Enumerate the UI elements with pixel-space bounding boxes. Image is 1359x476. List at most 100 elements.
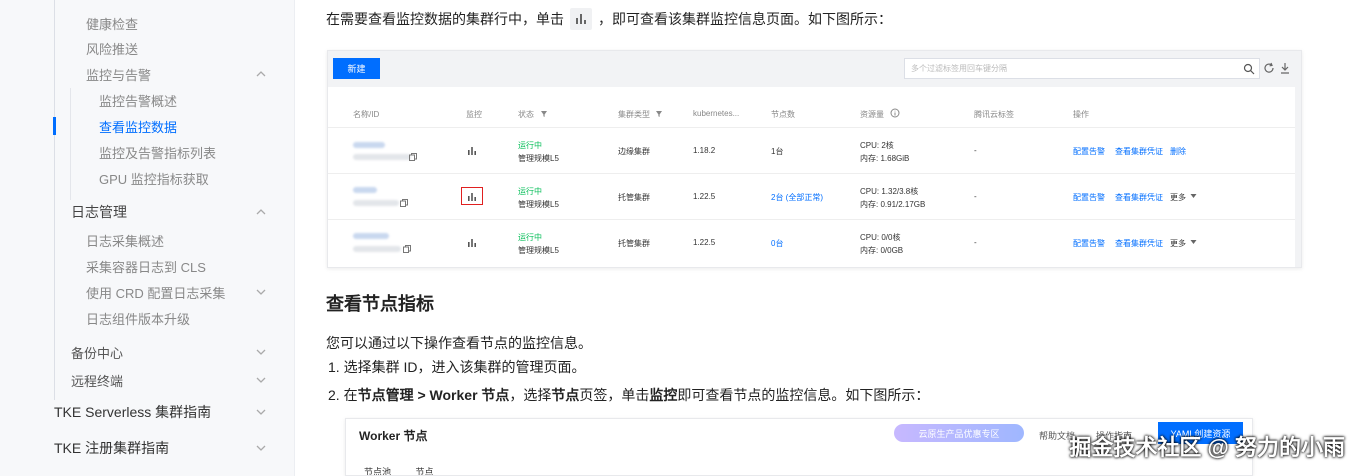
sidebar-item-label: 监控与告警 [86, 67, 152, 83]
sidebar-item-label: 采集容器日志到 CLS [86, 259, 206, 275]
configure-alarm-link[interactable]: 配置告警 [1073, 146, 1105, 157]
sidebar-item-log-management[interactable]: 日志管理 [0, 202, 294, 222]
chevron-down-icon [256, 409, 266, 415]
scale-text: 管理规模L5 [518, 154, 559, 163]
scale-text: 管理规模L5 [518, 246, 559, 255]
sidebar-item-log-upgrade[interactable]: 日志组件版本升级 [0, 309, 294, 327]
intro-text-after: ，即可查看该集群监控信息页面。如下图所示： [598, 11, 892, 27]
sidebar-item-health-check[interactable]: 健康检查 [0, 14, 294, 32]
sidebar-item-label: 日志管理 [71, 204, 127, 220]
table-row: 运行中 管理规模L5 托管集群 1.22.5 0台 CPU: 0/0核 内存: … [328, 220, 1295, 266]
mem-text: 内存: 0.91/2.17GB [860, 200, 926, 209]
status-text: 运行中 [518, 187, 542, 196]
copy-icon[interactable] [409, 153, 417, 161]
chevron-down-icon [256, 445, 266, 451]
node-count-link[interactable]: 2台 (全部正常) [771, 192, 823, 203]
step-text-c: ，选择 [509, 387, 552, 403]
intro-text-before: 在需要查看监控数据的集群行中，单击 [326, 11, 564, 27]
col-nodes: 节点数 [771, 110, 795, 119]
step-number: 2. [328, 387, 340, 403]
sidebar-item-backup-center[interactable]: 备份中心 [0, 342, 294, 362]
node-count: 1台 [771, 147, 784, 156]
section-paragraph: 您可以通过以下操作查看节点的监控信息。 [326, 335, 592, 351]
node-count-link[interactable]: 0台 [771, 238, 783, 249]
cluster-type: 托管集群 [618, 239, 650, 248]
tags-text: - [974, 192, 977, 201]
cluster-name-link[interactable] [353, 232, 389, 241]
info-icon[interactable] [890, 108, 900, 118]
delete-link[interactable]: 删除 [1170, 146, 1186, 157]
configure-alarm-link[interactable]: 配置告警 [1073, 238, 1105, 249]
step-text-g: 即可查看节点的监控信息。如下图所示： [677, 387, 930, 403]
caret-down-icon [1190, 240, 1197, 244]
sidebar-item-risk-push[interactable]: 风险推送 [0, 39, 294, 57]
status-text: 运行中 [518, 141, 542, 150]
chevron-down-icon [256, 377, 266, 383]
cpu-text: CPU: 2核 [860, 141, 894, 150]
chevron-up-icon [256, 209, 266, 215]
sidebar-item-view-monitoring-data[interactable]: 查看监控数据 [0, 117, 294, 135]
cluster-name-link[interactable] [353, 141, 385, 150]
col-ops: 操作 [1073, 110, 1089, 119]
sidebar-item-label: 日志采集概述 [86, 233, 165, 249]
caret-down-icon [1190, 194, 1197, 198]
monitor-icon[interactable] [467, 238, 477, 248]
cpu-text: CPU: 0/0核 [860, 233, 901, 242]
highlight-box [461, 187, 483, 205]
more-dropdown[interactable]: 更多 [1170, 192, 1186, 203]
promo-banner[interactable]: 云原生产品优惠专区 [894, 424, 1024, 442]
filter-icon[interactable] [655, 110, 663, 118]
sidebar-item-collect-logs-cls[interactable]: 采集容器日志到 CLS [0, 257, 294, 275]
chevron-up-icon [256, 71, 266, 77]
tab-node-pool[interactable]: 节点池 [364, 467, 391, 475]
configure-alarm-link[interactable]: 配置告警 [1073, 192, 1105, 203]
col-name: 名称/ID [353, 110, 380, 119]
sidebar-item-gpu-metrics[interactable]: GPU 监控指标获取 [0, 169, 294, 187]
filter-icon[interactable] [540, 110, 548, 118]
sidebar-item-label: 查看监控数据 [99, 119, 178, 135]
mem-text: 内存: 0/0GB [860, 246, 904, 255]
node-tabs: 节点池 节点 [364, 465, 434, 475]
more-dropdown[interactable]: 更多 [1170, 238, 1186, 249]
sidebar-item-tke-serverless[interactable]: TKE Serverless 集群指南 [0, 402, 294, 422]
sidebar-item-monitoring-overview[interactable]: 监控告警概述 [0, 91, 294, 109]
step-text-d: 节点 [551, 387, 580, 403]
col-status: 状态 [518, 110, 534, 119]
refresh-icon[interactable] [1263, 62, 1275, 74]
tab-node[interactable]: 节点 [416, 467, 434, 475]
mem-text: 内存: 1.68GiB [860, 154, 910, 163]
copy-icon[interactable] [400, 199, 408, 207]
monitor-icon[interactable] [467, 146, 477, 156]
doc-content: 在需要查看监控数据的集群行中，单击 ，即可查看该集群监控信息页面。如下图所示： … [296, 0, 1359, 476]
search-icon[interactable] [1243, 63, 1255, 75]
search-placeholder: 多个过滤标签用回车键分隔 [911, 64, 1007, 73]
k8s-version: 1.18.2 [693, 146, 716, 155]
cluster-list-screenshot: 新建 多个过滤标签用回车键分隔 名称/ID 监控 状态 集群类型 kuberne… [327, 50, 1302, 268]
cluster-type: 托管集群 [618, 193, 650, 202]
new-cluster-button[interactable]: 新建 [333, 58, 380, 79]
view-credential-link[interactable]: 查看集群凭证 [1115, 146, 1163, 157]
cluster-name-link[interactable] [353, 186, 377, 195]
search-input[interactable]: 多个过滤标签用回车键分隔 [904, 58, 1260, 79]
copy-icon[interactable] [403, 245, 411, 253]
download-icon[interactable] [1279, 62, 1291, 74]
sidebar-item-tke-registered[interactable]: TKE 注册集群指南 [0, 438, 294, 458]
k8s-version: 1.22.5 [693, 238, 716, 247]
sidebar-item-remote-terminal[interactable]: 远程终端 [0, 370, 294, 390]
sidebar-item-label: 健康检查 [86, 16, 139, 32]
sidebar-item-log-overview[interactable]: 日志采集概述 [0, 231, 294, 249]
sidebar-item-label: GPU 监控指标获取 [99, 171, 209, 187]
sidebar-item-metrics-list[interactable]: 监控及告警指标列表 [0, 143, 294, 161]
col-resources: 资源量 [860, 110, 884, 119]
view-credential-link[interactable]: 查看集群凭证 [1115, 192, 1163, 203]
sidebar-item-label: 监控及告警指标列表 [99, 145, 217, 161]
worker-node-title: Worker 节点 [359, 429, 428, 443]
step-text-f: 监控 [649, 387, 678, 403]
table-row: 运行中 管理规模L5 托管集群 1.22.5 2台 (全部正常) CPU: 1.… [328, 174, 1295, 220]
intro-text: 在需要查看监控数据的集群行中，单击 ，即可查看该集群监控信息页面。如下图所示： [326, 8, 892, 30]
sidebar-item-monitoring-alerting[interactable]: 监控与告警 [0, 65, 294, 83]
view-credential-link[interactable]: 查看集群凭证 [1115, 238, 1163, 249]
col-cluster-type: 集群类型 [618, 110, 650, 119]
k8s-version: 1.22.5 [693, 192, 716, 201]
sidebar-item-crd-log-config[interactable]: 使用 CRD 配置日志采集 [0, 283, 294, 301]
